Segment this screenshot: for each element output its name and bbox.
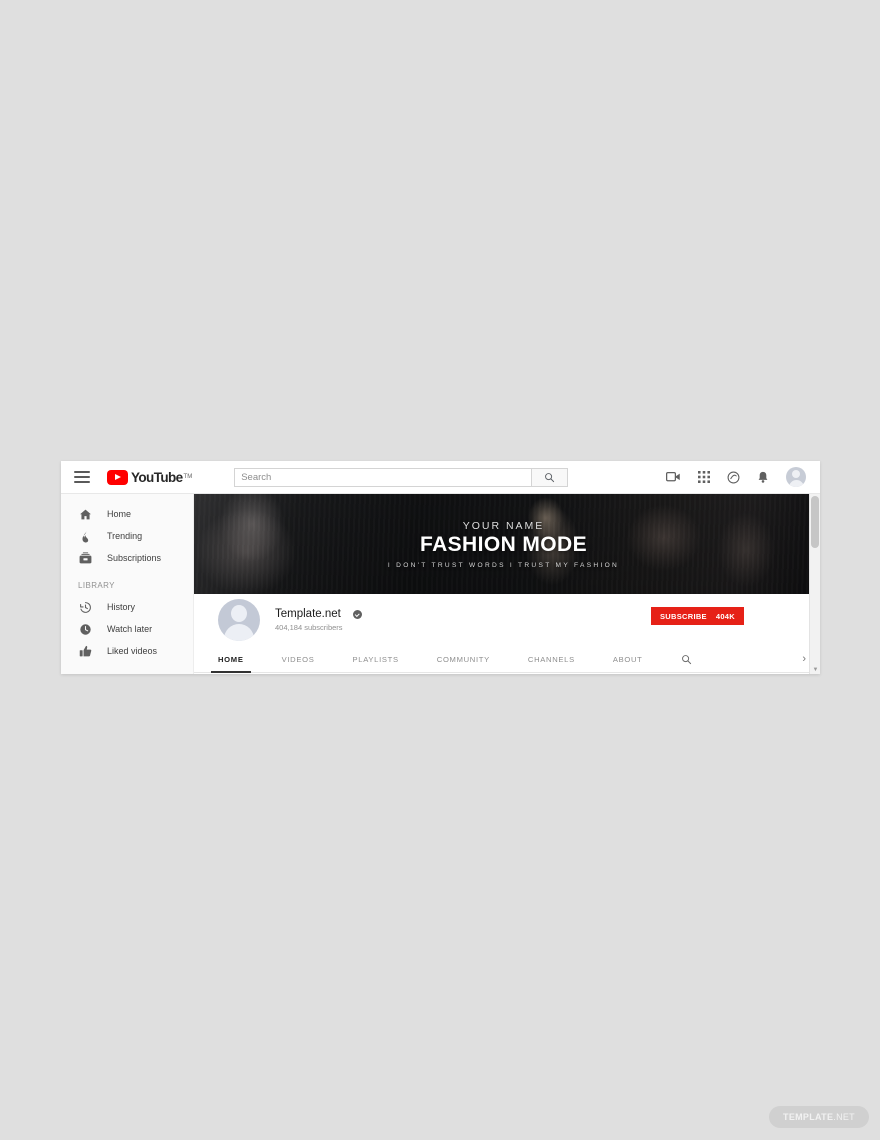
tabs-overflow-chevron-right-icon[interactable]: › bbox=[802, 653, 806, 665]
chat-bubble-icon bbox=[727, 471, 740, 483]
hamburger-menu-icon[interactable] bbox=[74, 471, 90, 483]
tab-channels[interactable]: CHANNELS bbox=[528, 646, 575, 673]
sidebar-item-label: Trending bbox=[107, 531, 143, 541]
subscriber-count: 404,184 subscribers bbox=[275, 623, 343, 632]
sidebar-section-library: LIBRARY bbox=[78, 581, 115, 590]
youtube-masthead: YouTube TM bbox=[61, 461, 820, 494]
sidebar-item-history[interactable]: History bbox=[61, 596, 193, 618]
create-video-icon[interactable] bbox=[666, 471, 681, 483]
banner-tagline: I DON'T TRUST WORDS I TRUST MY FASHION bbox=[387, 561, 620, 569]
tab-search-icon bbox=[681, 654, 691, 664]
youtube-play-icon bbox=[107, 469, 128, 485]
watch-later-clock-icon bbox=[78, 622, 93, 637]
sidebar-item-trending[interactable]: Trending bbox=[61, 525, 193, 547]
channel-banner-text: YOUR NAME FASHION MODE I DON'T TRUST WOR… bbox=[194, 494, 813, 594]
channel-main-content: YOUR NAME FASHION MODE I DON'T TRUST WOR… bbox=[194, 494, 820, 674]
channel-search-button[interactable] bbox=[681, 654, 692, 665]
trending-flame-icon bbox=[78, 529, 93, 544]
banner-title: FASHION MODE bbox=[420, 532, 587, 556]
youtube-trademark: TM bbox=[183, 474, 193, 480]
search-submit-button[interactable] bbox=[532, 467, 569, 487]
subscriptions-icon bbox=[78, 551, 93, 566]
channel-name-row: Template.net bbox=[275, 608, 362, 620]
account-avatar[interactable] bbox=[786, 467, 806, 487]
sidebar-item-label: Watch later bbox=[107, 624, 153, 634]
sidebar-item-liked-videos[interactable]: Liked videos bbox=[61, 640, 193, 662]
notifications-bell-icon[interactable] bbox=[757, 471, 769, 484]
tab-home[interactable]: HOME bbox=[211, 646, 251, 673]
browser-window: YouTube TM Search Home Trending Subscrip… bbox=[61, 461, 820, 674]
left-sidebar: Home Trending Subscriptions LIBRARY Hist… bbox=[61, 494, 194, 674]
tab-videos[interactable]: VIDEOS bbox=[282, 646, 315, 673]
channel-info-row: Template.net 404,184 subscribers SUBSCRI… bbox=[194, 594, 820, 646]
sidebar-item-watch-later[interactable]: Watch later bbox=[61, 618, 193, 640]
search-input[interactable] bbox=[234, 467, 533, 487]
tab-community[interactable]: COMMUNITY bbox=[437, 646, 490, 673]
youtube-logo[interactable]: YouTube TM bbox=[107, 469, 193, 485]
template-net-watermark: TEMPLATE .NET bbox=[769, 1106, 869, 1128]
tab-playlists[interactable]: PLAYLISTS bbox=[353, 646, 399, 673]
subscribe-label: SUBSCRIBE bbox=[659, 611, 707, 621]
channel-meta: Template.net 404,184 subscribers bbox=[275, 608, 362, 632]
history-clock-icon bbox=[78, 600, 93, 615]
tab-about[interactable]: ABOUT bbox=[613, 646, 643, 673]
sidebar-item-home[interactable]: Home bbox=[61, 503, 193, 525]
messages-icon[interactable] bbox=[727, 471, 740, 484]
verified-badge-icon bbox=[352, 609, 362, 619]
subscribe-button[interactable]: SUBSCRIBE 404K bbox=[650, 607, 744, 625]
subscribe-count: 404K bbox=[715, 611, 735, 621]
sidebar-item-label: Home bbox=[107, 509, 132, 519]
sidebar-item-label: History bbox=[107, 602, 136, 612]
watermark-light: .NET bbox=[833, 1112, 855, 1122]
sidebar-item-subscriptions[interactable]: Subscriptions bbox=[61, 547, 193, 569]
channel-name: Template.net bbox=[275, 608, 341, 620]
video-camera-icon bbox=[666, 472, 680, 482]
sidebar-item-label: Liked videos bbox=[107, 646, 158, 656]
youtube-logo-text: YouTube bbox=[131, 469, 183, 485]
thumbs-up-icon bbox=[78, 644, 93, 659]
sidebar-item-label: Subscriptions bbox=[107, 553, 162, 563]
channel-tabs: HOME VIDEOS PLAYLISTS COMMUNITY CHANNELS… bbox=[194, 646, 820, 673]
banner-your-name: YOUR NAME bbox=[462, 519, 545, 532]
apps-grid-icon[interactable] bbox=[698, 471, 710, 483]
bell-icon bbox=[758, 471, 768, 483]
masthead-icon-group bbox=[666, 467, 806, 487]
scrollbar-down-arrow[interactable]: ▼ bbox=[810, 665, 820, 674]
home-icon bbox=[78, 507, 93, 522]
channel-avatar[interactable] bbox=[218, 599, 260, 641]
grid-icon bbox=[698, 471, 710, 483]
search-icon bbox=[545, 472, 555, 482]
search-bar bbox=[234, 467, 569, 487]
watermark-strong: TEMPLATE bbox=[783, 1112, 834, 1122]
channel-banner: YOUR NAME FASHION MODE I DON'T TRUST WOR… bbox=[194, 494, 813, 594]
